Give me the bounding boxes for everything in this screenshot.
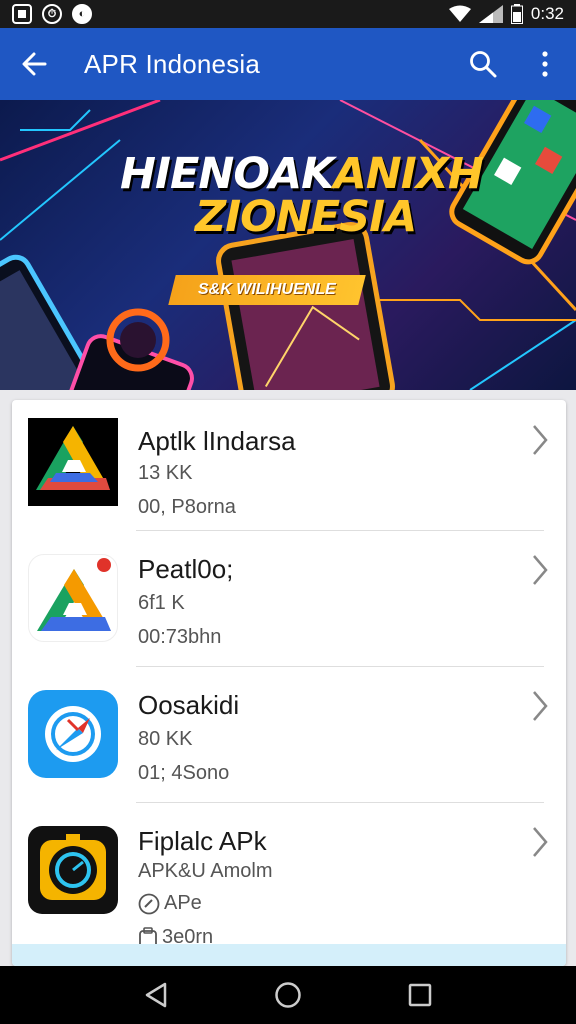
app-list-card: Aptlk lIndarsa 13 KK 00, P8orna Peatl0o;…: [12, 400, 566, 966]
item-title: Peatl0o;: [138, 554, 234, 584]
list-item[interactable]: Peatl0o; 6f1 K 00:73bhn: [12, 536, 566, 672]
search-icon: [470, 51, 497, 78]
system-nav-bar: [0, 966, 576, 1024]
speed-icon: [138, 893, 160, 914]
item-meta: 00:73bhn: [138, 626, 222, 648]
recents-square-icon: [408, 983, 432, 1007]
promo-banner[interactable]: HIENOAKANIXH ZIONESIA S&K WILIHUENLE: [0, 100, 576, 390]
banner-headline-line2: ZIONESIA: [195, 192, 417, 242]
item-meta-row: APe: [138, 892, 202, 915]
item-meta: 80 KK: [138, 728, 193, 750]
battery-icon: [510, 4, 523, 24]
status-bar: ⏱ ◐ 0:32: [0, 0, 576, 28]
chevron-right-icon: [533, 827, 548, 857]
item-meta: 13 KK: [138, 462, 193, 484]
compass-icon: [28, 690, 118, 778]
next-item-preview[interactable]: [12, 944, 566, 966]
wifi-icon: [448, 5, 471, 22]
app-title: APR Indonesia: [84, 48, 261, 79]
item-title: Oosakidi: [138, 690, 240, 720]
back-button[interactable]: [0, 28, 68, 100]
circle-app-icon: ◐: [72, 4, 92, 24]
drive-triangle-notify-icon: [28, 554, 118, 642]
list-item[interactable]: Aptlk lIndarsa 13 KK 00, P8orna: [12, 400, 566, 536]
search-button[interactable]: [452, 28, 514, 100]
app-bar: APR Indonesia: [0, 28, 576, 100]
item-title: Fiplalc APk: [138, 826, 267, 856]
chevron-right-icon: [533, 691, 548, 721]
drive-triangle-icon: [28, 418, 118, 506]
item-meta: APK&U Amolm: [138, 860, 273, 882]
banner-artwork: [0, 100, 576, 390]
item-meta: APe: [164, 892, 202, 914]
item-meta: 01; 4Sono: [138, 762, 230, 784]
signal-icon: [478, 5, 503, 23]
list-item[interactable]: Oosakidi 80 KK 01; 4Sono: [12, 672, 566, 808]
home-circle-icon: [275, 982, 301, 1008]
item-meta: 00, P8orna: [138, 496, 236, 518]
nav-back-button[interactable]: [126, 966, 186, 1024]
nav-recents-button[interactable]: [390, 966, 450, 1024]
list-item[interactable]: Fiplalc APk APK&U Amolm APe 3e0rn: [12, 808, 566, 948]
divider: [136, 802, 544, 803]
banner-headline: HIENOAKANIXH: [120, 149, 484, 199]
divider: [136, 666, 544, 667]
square-icon: [12, 4, 32, 24]
more-vert-icon: [542, 51, 548, 77]
camera-timer-icon: [28, 826, 118, 914]
clock-time: 0:32: [530, 4, 564, 23]
back-triangle-icon: [145, 982, 167, 1008]
item-meta: 6f1 K: [138, 592, 185, 614]
chevron-right-icon: [533, 555, 548, 585]
item-title: Aptlk lIndarsa: [138, 426, 296, 456]
divider: [136, 530, 544, 531]
alarm-icon: ⏱: [42, 4, 62, 24]
more-options-button[interactable]: [514, 28, 576, 100]
chevron-right-icon: [533, 425, 548, 455]
nav-home-button[interactable]: [258, 966, 318, 1024]
arrow-left-icon: [22, 52, 47, 76]
banner-ribbon: S&K WILIHUENLE: [168, 275, 366, 305]
